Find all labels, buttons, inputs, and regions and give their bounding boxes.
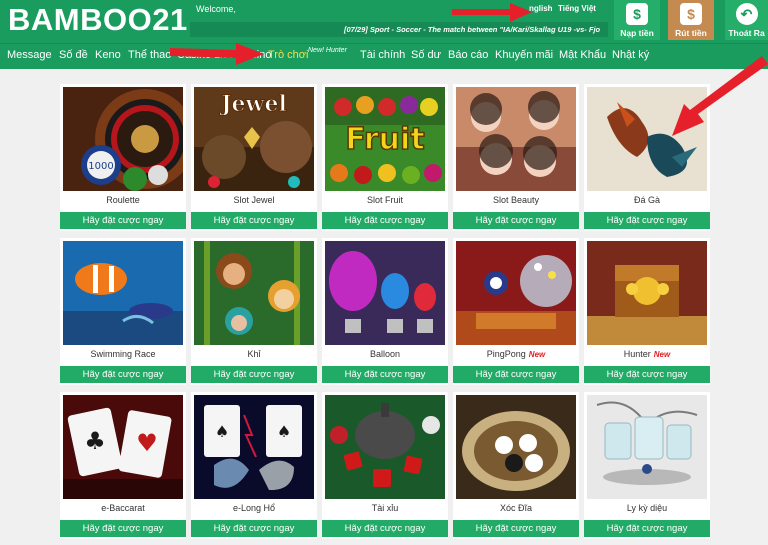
slot-fruit-thumbnail[interactable]: Fruit bbox=[325, 87, 445, 191]
nav-mat-khau[interactable]: Mật Khẩu bbox=[559, 49, 606, 61]
slot-beauty-thumbnail[interactable] bbox=[456, 87, 576, 191]
nav-bao-cao[interactable]: Báo cáo bbox=[448, 49, 488, 61]
play-now-button[interactable]: Hãy đặt cược ngay bbox=[191, 212, 317, 229]
game-card-ly-ky-dieu[interactable]: Ly kỳ diệu Hãy đặt cược ngay bbox=[584, 392, 710, 539]
new-badge: New bbox=[653, 350, 671, 359]
swimming-race-thumbnail[interactable] bbox=[63, 241, 183, 345]
game-card-e-long-ho[interactable]: ♠ ♠ e-Long Hổ Hãy đặt cược ngay bbox=[191, 392, 317, 539]
game-name: Swimming Race bbox=[90, 349, 156, 359]
e-baccarat-thumbnail[interactable]: ♣ ♥ bbox=[63, 395, 183, 499]
game-name: Ly kỳ diệu bbox=[626, 503, 668, 513]
annotation-arrow-da-ga bbox=[672, 56, 768, 136]
play-now-button[interactable]: Hãy đặt cược ngay bbox=[584, 366, 710, 383]
chip-value: 1000 bbox=[88, 161, 113, 172]
play-now-button[interactable]: Hãy đặt cược ngay bbox=[322, 366, 448, 383]
svg-text:♥: ♥ bbox=[136, 429, 158, 457]
play-now-button[interactable]: Hãy đặt cược ngay bbox=[584, 520, 710, 537]
ly-ky-dieu-thumbnail[interactable] bbox=[587, 395, 707, 499]
dollar-icon: $ bbox=[626, 3, 648, 25]
hunter-thumbnail[interactable] bbox=[587, 241, 707, 345]
logo[interactable]: BAMBOO21 bbox=[8, 2, 188, 38]
game-card-slot-fruit[interactable]: Fruit Slot Fruit Hãy đặt cược ngay bbox=[322, 84, 448, 231]
game-name: Hunter New bbox=[623, 349, 671, 359]
game-card-tai-xiu[interactable]: Tài xỉu Hãy đặt cược ngay bbox=[322, 392, 448, 539]
nav-tro-choi[interactable]: Trò chơi bbox=[268, 49, 308, 61]
jewel-title: Jewel bbox=[219, 91, 287, 117]
annotation-arrow-language bbox=[452, 3, 532, 22]
news-ticker: [07/29] Sport - Soccer - The match betwe… bbox=[190, 22, 608, 37]
play-now-button[interactable]: Hãy đặt cược ngay bbox=[453, 212, 579, 229]
play-now-button[interactable]: Hãy đặt cược ngay bbox=[191, 520, 317, 537]
svg-text:♠: ♠ bbox=[215, 422, 229, 441]
play-now-button[interactable]: Hãy đặt cược ngay bbox=[453, 366, 579, 383]
new-hunter-badge: New! Hunter bbox=[308, 47, 347, 54]
balloon-thumbnail[interactable] bbox=[325, 241, 445, 345]
tai-xiu-thumbnail[interactable] bbox=[325, 395, 445, 499]
deposit-button[interactable]: $ Nạp tiền bbox=[614, 0, 660, 40]
play-now-button[interactable]: Hãy đặt cược ngay bbox=[584, 212, 710, 229]
dollar-icon: $ bbox=[680, 3, 702, 25]
nav-nhat-ky[interactable]: Nhật ký bbox=[612, 49, 649, 61]
game-card-slot-jewel[interactable]: Jewel Slot Jewel Hãy đặt cược ngay bbox=[191, 84, 317, 231]
game-card-pingpong[interactable]: PingPong New Hãy đặt cược ngay bbox=[453, 238, 579, 385]
annotation-arrow-games bbox=[170, 43, 264, 65]
logout-arrow-icon: ↶ bbox=[735, 3, 758, 25]
play-now-button[interactable]: Hãy đặt cược ngay bbox=[322, 212, 448, 229]
game-card-slot-beauty[interactable]: Slot Beauty Hãy đặt cược ngay bbox=[453, 84, 579, 231]
nav-so-du[interactable]: Số dư bbox=[411, 49, 441, 61]
svg-text:♠: ♠ bbox=[277, 422, 291, 441]
language-vietnamese[interactable]: Tiếng Việt bbox=[558, 4, 596, 13]
nav-khuyen-mai[interactable]: Khuyến mãi bbox=[495, 49, 553, 61]
new-badge: New bbox=[528, 350, 546, 359]
game-card-balloon[interactable]: Balloon Hãy đặt cược ngay bbox=[322, 238, 448, 385]
play-now-button[interactable]: Hãy đặt cược ngay bbox=[191, 366, 317, 383]
game-name: Balloon bbox=[369, 349, 401, 359]
nav-tai-chinh[interactable]: Tài chính bbox=[360, 49, 405, 61]
play-now-button[interactable]: Hãy đặt cược ngay bbox=[60, 366, 186, 383]
welcome-text: Welcome, bbox=[196, 4, 236, 14]
game-name: Đá Gà bbox=[633, 195, 660, 205]
game-card-hunter[interactable]: Hunter New Hãy đặt cược ngay bbox=[584, 238, 710, 385]
game-name: PingPong New bbox=[486, 349, 546, 359]
game-card-xoc-dia[interactable]: Xóc Đĩa Hãy đặt cược ngay bbox=[453, 392, 579, 539]
logout-label: Thoát Ra bbox=[728, 28, 765, 38]
play-now-button[interactable]: Hãy đặt cược ngay bbox=[60, 520, 186, 537]
play-now-button[interactable]: Hãy đặt cược ngay bbox=[322, 520, 448, 537]
nav-message[interactable]: Message bbox=[7, 49, 52, 61]
game-name: Khỉ bbox=[247, 349, 261, 359]
games-grid: 1000 Roulette Hãy đặt cược ngay Jewel Sl… bbox=[0, 69, 768, 545]
game-name: Slot Fruit bbox=[366, 195, 403, 205]
nav-keno[interactable]: Keno bbox=[95, 49, 121, 61]
withdraw-button[interactable]: $ Rút tiền bbox=[668, 0, 714, 40]
game-card-e-baccarat[interactable]: ♣ ♥ e-Baccarat Hãy đặt cược ngay bbox=[60, 392, 186, 539]
fruit-title: Fruit bbox=[345, 122, 424, 157]
game-card-khi[interactable]: Khỉ Hãy đặt cược ngay bbox=[191, 238, 317, 385]
play-now-button[interactable]: Hãy đặt cược ngay bbox=[453, 520, 579, 537]
game-card-swimming-race[interactable]: Swimming Race Hãy đặt cược ngay bbox=[60, 238, 186, 385]
game-name: Roulette bbox=[106, 195, 140, 205]
main-nav: Message Số đề Keno Thể thao Casino Live … bbox=[0, 43, 768, 69]
game-name: Slot Jewel bbox=[233, 195, 275, 205]
pingpong-thumbnail[interactable] bbox=[456, 241, 576, 345]
game-name: Xóc Đĩa bbox=[499, 503, 532, 513]
nav-the-thao[interactable]: Thể thao bbox=[128, 49, 171, 61]
nav-so-de[interactable]: Số đề bbox=[59, 49, 88, 61]
xoc-dia-thumbnail[interactable] bbox=[456, 395, 576, 499]
slot-jewel-thumbnail[interactable]: Jewel bbox=[194, 87, 314, 191]
game-card-roulette[interactable]: 1000 Roulette Hãy đặt cược ngay bbox=[60, 84, 186, 231]
svg-text:♣: ♣ bbox=[84, 427, 106, 455]
top-header: BAMBOO21 Welcome, nglish Tiếng Việt [07/… bbox=[0, 0, 768, 43]
logout-button[interactable]: ↶ Thoát Ra bbox=[725, 0, 768, 40]
deposit-label: Nạp tiền bbox=[620, 28, 654, 38]
e-long-ho-thumbnail[interactable]: ♠ ♠ bbox=[194, 395, 314, 499]
khi-thumbnail[interactable] bbox=[194, 241, 314, 345]
ticker-text: [07/29] Sport - Soccer - The match betwe… bbox=[344, 25, 601, 34]
game-name: e-Baccarat bbox=[101, 503, 145, 513]
game-name: Tài xỉu bbox=[371, 503, 399, 513]
roulette-thumbnail[interactable]: 1000 bbox=[63, 87, 183, 191]
withdraw-label: Rút tiền bbox=[675, 28, 707, 38]
game-name: e-Long Hổ bbox=[232, 503, 276, 513]
play-now-button[interactable]: Hãy đặt cược ngay bbox=[60, 212, 186, 229]
game-name: Slot Beauty bbox=[492, 195, 540, 205]
